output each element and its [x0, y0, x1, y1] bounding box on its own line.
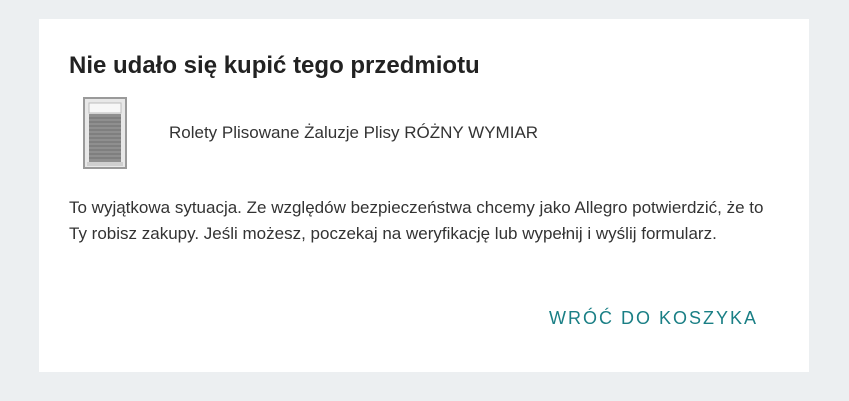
product-name: Rolety Plisowane Żaluzje Plisy RÓŻNY WYM…	[169, 123, 539, 142]
dialog-title: Nie udało się kupić tego przedmiotu	[69, 52, 480, 79]
error-card: Nie udało się kupić tego przedmiotu Role…	[39, 19, 809, 372]
pleated-blind-icon	[83, 97, 127, 169]
product-row: Rolety Plisowane Żaluzje Plisy RÓŻNY WYM…	[69, 97, 538, 169]
verification-message: To wyjątkowa sytuacja. Ze względów bezpi…	[69, 198, 764, 243]
product-thumbnail	[69, 97, 141, 169]
back-to-cart-button[interactable]: WRÓĆ DO KOSZYKA	[549, 306, 758, 331]
